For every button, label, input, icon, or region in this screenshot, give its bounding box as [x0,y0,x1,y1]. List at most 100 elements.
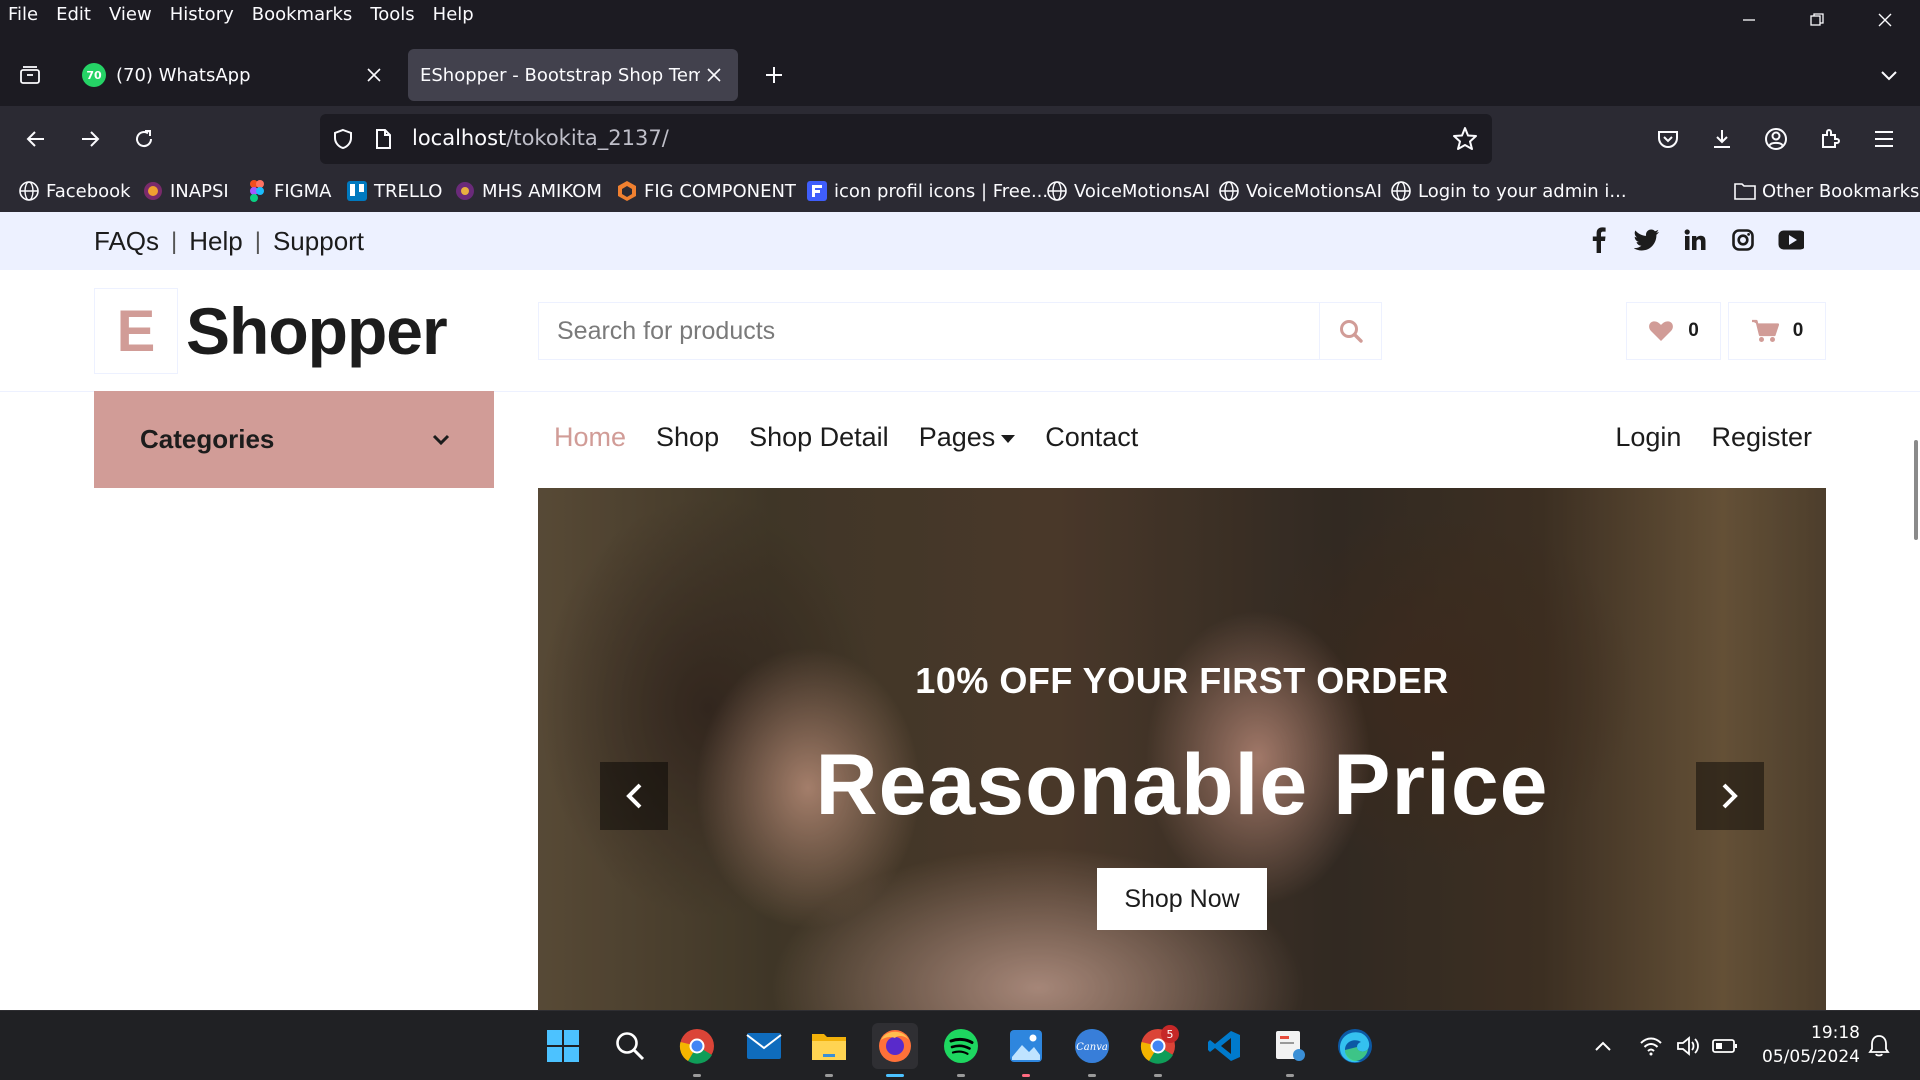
url-text[interactable]: localhost/tokokita_2137/ [412,126,669,150]
nav-home[interactable]: Home [554,422,626,453]
list-all-tabs-button[interactable] [1874,60,1904,90]
volume-icon[interactable] [1676,1033,1702,1059]
nav-shop-detail[interactable]: Shop Detail [749,422,889,453]
vscode-icon[interactable] [1201,1023,1247,1069]
search-input[interactable] [539,303,1319,359]
wifi-icon[interactable] [1638,1033,1664,1059]
scrollbar-thumb[interactable] [1914,440,1918,540]
tab-whatsapp[interactable]: 70 (70) WhatsApp [64,49,398,101]
close-window-button[interactable] [1852,0,1918,40]
canva-icon[interactable]: Canva [1069,1023,1115,1077]
account-button[interactable] [1760,123,1792,155]
carousel-prev-button[interactable] [600,762,668,830]
search-icon[interactable] [607,1023,653,1069]
restore-button[interactable] [1784,0,1850,40]
categories-toggle[interactable]: Categories [94,391,494,488]
bookmark-mhs-amikom[interactable]: MHS AMIKOM [454,180,602,202]
system-clock[interactable]: 19:18 05/05/2024 [1756,1021,1860,1069]
navigation-toolbar: localhost/tokokita_2137/ [0,106,1920,172]
active-indicator [886,1074,904,1077]
chrome-icon[interactable] [674,1023,720,1077]
spotify-icon[interactable] [938,1023,984,1077]
nav-contact[interactable]: Contact [1045,422,1138,453]
extensions-button[interactable] [1814,123,1846,155]
chrome-profile-icon[interactable]: 5 [1135,1023,1181,1077]
linkedin-icon[interactable] [1682,226,1708,254]
battery-icon[interactable] [1712,1033,1738,1059]
page-info-icon[interactable] [370,126,396,152]
edge-icon[interactable] [1332,1023,1378,1069]
minimize-button[interactable] [1716,0,1782,40]
tab-close-button[interactable] [702,63,726,87]
cart-button[interactable]: 0 [1728,302,1826,360]
bookmark-inapsi[interactable]: INAPSI [142,180,229,202]
firefox-icon[interactable] [872,1023,918,1077]
new-tab-button[interactable] [758,59,790,91]
tab-list-button[interactable] [14,59,46,91]
instagram-icon[interactable] [1730,226,1756,254]
bookmark-star-icon[interactable] [1452,126,1478,152]
shield-icon[interactable] [330,126,356,152]
pocket-button[interactable] [1652,123,1684,155]
site-logo[interactable]: E Shopper [94,288,448,374]
menu-view[interactable]: View [109,4,152,25]
youtube-icon[interactable] [1778,226,1804,254]
url-bar[interactable]: localhost/tokokita_2137/ [320,114,1492,164]
close-icon [367,68,381,82]
faqs-link[interactable]: FAQs [94,226,159,257]
carousel-next-button[interactable] [1696,762,1764,830]
menu-edit[interactable]: Edit [56,4,91,25]
bookmark-figma[interactable]: FIGMA [246,180,331,202]
whatsapp-icon: 70 [82,63,106,87]
categories-label: Categories [140,424,275,454]
chevron-up-icon[interactable] [1590,1033,1616,1059]
main-nav: Home Shop Shop Detail Pages Contact Logi… [538,412,1828,468]
chevron-left-icon [626,783,642,809]
nav-pages-dropdown[interactable]: Pages [919,422,1016,453]
shop-now-button[interactable]: Shop Now [1097,868,1267,930]
menu-help[interactable]: Help [433,4,474,25]
twitter-icon[interactable] [1634,226,1660,254]
clock-date: 05/05/2024 [1762,1047,1860,1067]
menu-file[interactable]: File [8,4,38,25]
back-button[interactable] [20,123,52,155]
tab-eshopper[interactable]: EShopper - Bootstrap Shop Templat [408,49,738,101]
menu-tools[interactable]: Tools [370,4,414,25]
inapsi-icon [142,180,164,202]
forward-button[interactable] [74,123,106,155]
login-link[interactable]: Login [1615,422,1681,453]
bookmark-fig-component[interactable]: FIG COMPONENT [616,180,796,202]
top-bar: FAQs | Help | Support [0,212,1920,270]
file-explorer-icon[interactable] [806,1023,852,1077]
menu-items: File Edit View History Bookmarks Tools H… [8,4,474,25]
register-link[interactable]: Register [1711,422,1812,453]
wishlist-button[interactable]: 0 [1626,302,1721,360]
reload-button[interactable] [128,123,160,155]
svg-text:Canva: Canva [1076,1042,1108,1053]
bookmark-facebook[interactable]: Facebook [18,180,131,202]
bookmark-voicemotionsai-1[interactable]: VoiceMotionsAI [1046,180,1210,202]
nav-shop[interactable]: Shop [656,422,719,453]
chevron-down-icon [1881,71,1897,81]
menu-bookmarks[interactable]: Bookmarks [252,4,353,25]
other-bookmarks[interactable]: Other Bookmarks [1734,180,1919,202]
search-button[interactable] [1319,303,1381,359]
mail-icon[interactable] [741,1023,787,1069]
windows-start-icon[interactable] [540,1023,586,1069]
downloads-button[interactable] [1706,123,1738,155]
app-menu-button[interactable] [1868,123,1900,155]
facebook-icon[interactable] [1586,226,1612,254]
tab-close-button[interactable] [362,63,386,87]
snipping-tool-icon[interactable] [1267,1023,1313,1077]
bookmark-voicemotionsai-2[interactable]: VoiceMotionsAI [1218,180,1382,202]
support-link[interactable]: Support [273,226,364,257]
notification-bell-icon[interactable] [1866,1033,1892,1059]
bookmark-login-admin[interactable]: Login to your admin i... [1390,180,1627,202]
bookmark-trello[interactable]: TRELLO [346,180,442,202]
bookmark-icon-profil[interactable]: icon profil icons | Free... [806,180,1048,202]
bookmark-label: FIG COMPONENT [644,180,796,202]
menu-history[interactable]: History [170,4,234,25]
help-link[interactable]: Help [189,226,242,257]
photos-icon[interactable] [1003,1023,1049,1077]
social-links [1586,226,1804,254]
